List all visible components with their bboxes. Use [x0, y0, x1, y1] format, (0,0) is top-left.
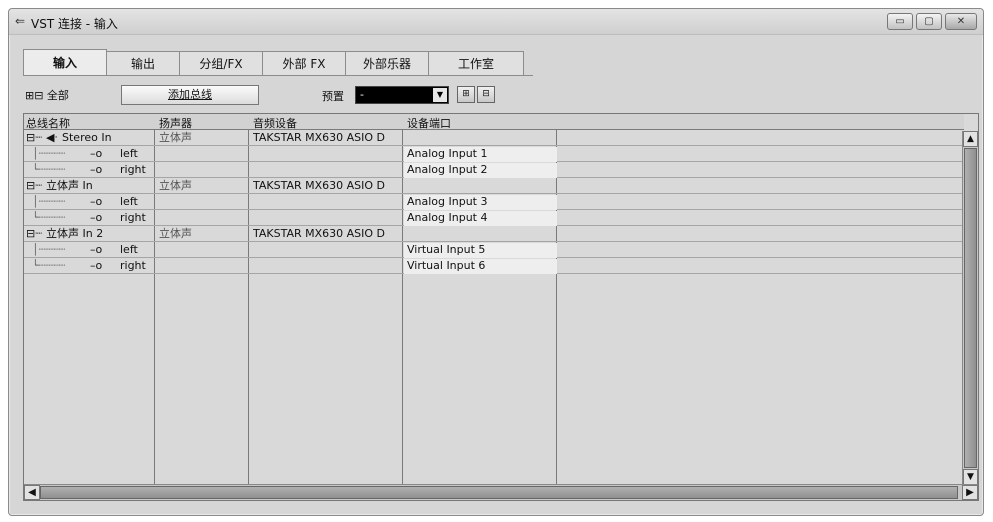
tree-connector: └┈┈┈┈ [32, 259, 66, 272]
speaker-config[interactable]: 立体声 [159, 131, 192, 146]
window-controls: ▭ ▢ ✕ [887, 13, 977, 30]
add-bus-button[interactable]: 添加总线 [121, 85, 259, 105]
vertical-scrollbar[interactable]: ▲ ▼ [962, 131, 978, 486]
speaker-icon: ◀ᐧ [46, 131, 58, 144]
tree-connector: │┈┈┈┈ [32, 195, 66, 208]
table-row[interactable]: ⊟┈ 立体声 In 2 立体声 TAKSTAR MX630 ASIO D [24, 227, 964, 242]
channel-icon: –o [90, 195, 103, 208]
bus-name[interactable]: 立体声 In [46, 179, 93, 194]
speaker-config[interactable]: 立体声 [159, 179, 192, 194]
table-row[interactable]: ⊟┈ 立体声 In 立体声 TAKSTAR MX630 ASIO D [24, 179, 964, 194]
table-row[interactable]: │┈┈┈┈ –o left Analog Input 3 [24, 195, 964, 210]
channel-name: right [120, 259, 146, 272]
channel-name: right [120, 163, 146, 176]
bus-table: 总线名称 扬声器 音频设备 设备端口 ⊟┈ ◀ᐧ Stereo In 立体声 T… [23, 113, 979, 501]
preset-label: 预置 [322, 90, 344, 103]
tab-external-fx[interactable]: 外部 FX [262, 51, 346, 75]
tab-outputs[interactable]: 输出 [106, 51, 180, 75]
bus-name[interactable]: Stereo In [62, 131, 112, 146]
channel-name: right [120, 211, 146, 224]
chevron-down-icon: ▼ [433, 88, 447, 102]
preset-value: - [360, 88, 364, 101]
bus-name[interactable]: 立体声 In 2 [46, 227, 103, 242]
channel-icon: –o [90, 147, 103, 160]
scroll-down-button[interactable]: ▼ [963, 469, 978, 485]
table-row[interactable]: └┈┈┈┈ –o right Virtual Input 6 [24, 259, 964, 274]
tree-connector: │┈┈┈┈ [32, 243, 66, 256]
tree-connector: └┈┈┈┈ [32, 211, 66, 224]
vertical-scroll-thumb[interactable] [964, 148, 977, 468]
collapse-icon[interactable]: ⊟┈ [26, 179, 42, 194]
tab-group-fx[interactable]: 分组/FX [179, 51, 263, 75]
tab-studio[interactable]: 工作室 [428, 51, 524, 75]
channel-name: left [120, 195, 138, 208]
table-row[interactable]: └┈┈┈┈ –o right Analog Input 2 [24, 163, 964, 178]
tab-bar: 输入 输出 分组/FX 外部 FX 外部乐器 工作室 [23, 49, 524, 75]
table-row[interactable]: │┈┈┈┈ –o left Virtual Input 5 [24, 243, 964, 258]
horizontal-scroll-thumb[interactable] [40, 486, 958, 499]
channel-icon: –o [90, 243, 103, 256]
device-port[interactable]: Virtual Input 6 [404, 259, 557, 274]
vst-connections-window: ⇐ VST 连接 - 输入 ▭ ▢ ✕ 输入 输出 分组/FX 外部 FX 外部… [8, 8, 984, 516]
tab-divider [23, 75, 533, 76]
preset-dropdown[interactable]: - ▼ [355, 86, 449, 104]
audio-device[interactable]: TAKSTAR MX630 ASIO D [253, 179, 403, 194]
title-bar[interactable]: ⇐ VST 连接 - 输入 ▭ ▢ ✕ [9, 9, 983, 35]
collapse-icon[interactable]: ⊟┈ [26, 227, 42, 242]
table-row[interactable]: └┈┈┈┈ –o right Analog Input 4 [24, 211, 964, 226]
channel-icon: –o [90, 211, 103, 224]
window-title: VST 连接 - 输入 [31, 17, 118, 31]
channel-name: left [120, 243, 138, 256]
table-row[interactable]: │┈┈┈┈ –o left Analog Input 1 [24, 147, 964, 162]
audio-device[interactable]: TAKSTAR MX630 ASIO D [253, 227, 403, 242]
toolbar: ⊞⊟ 全部 添加总线 预置 - ▼ ⊞ ⊟ [25, 85, 625, 105]
header-speaker[interactable]: 扬声器 [159, 115, 192, 131]
speaker-config[interactable]: 立体声 [159, 227, 192, 242]
header-device-port[interactable]: 设备端口 [407, 115, 451, 131]
delete-preset-icon[interactable]: ⊟ [477, 86, 495, 103]
scroll-right-button[interactable]: ▶ [962, 485, 978, 500]
device-port[interactable]: Analog Input 2 [404, 163, 557, 178]
channel-icon: –o [90, 259, 103, 272]
header-bus-name[interactable]: 总线名称 [26, 115, 70, 131]
scroll-left-button[interactable]: ◀ [24, 485, 40, 500]
tab-external-instruments[interactable]: 外部乐器 [345, 51, 429, 75]
scroll-up-button[interactable]: ▲ [963, 131, 978, 147]
device-port[interactable]: Virtual Input 5 [404, 243, 557, 258]
horizontal-scrollbar[interactable]: ◀ ▶ [24, 484, 978, 500]
audio-device[interactable]: TAKSTAR MX630 ASIO D [253, 131, 403, 146]
channel-name: left [120, 147, 138, 160]
collapse-icon[interactable]: ⊟┈ [26, 131, 42, 146]
maximize-button[interactable]: ▢ [916, 13, 942, 30]
device-port[interactable]: Analog Input 1 [404, 147, 557, 162]
app-icon: ⇐ [15, 14, 26, 28]
header-audio-device[interactable]: 音频设备 [253, 115, 297, 131]
table-row[interactable]: ⊟┈ ◀ᐧ Stereo In 立体声 TAKSTAR MX630 ASIO D [24, 131, 964, 146]
table-header: 总线名称 扬声器 音频设备 设备端口 [24, 114, 964, 130]
minimize-button[interactable]: ▭ [887, 13, 913, 30]
save-preset-icon[interactable]: ⊞ [457, 86, 475, 103]
tab-inputs[interactable]: 输入 [23, 49, 107, 75]
tree-connector: │┈┈┈┈ [32, 147, 66, 160]
device-port[interactable]: Analog Input 3 [404, 195, 557, 210]
close-button[interactable]: ✕ [945, 13, 977, 30]
channel-icon: –o [90, 163, 103, 176]
device-port[interactable]: Analog Input 4 [404, 211, 557, 226]
expand-collapse-all-toggle[interactable]: ⊞⊟ 全部 [25, 87, 69, 103]
tree-connector: └┈┈┈┈ [32, 163, 66, 176]
